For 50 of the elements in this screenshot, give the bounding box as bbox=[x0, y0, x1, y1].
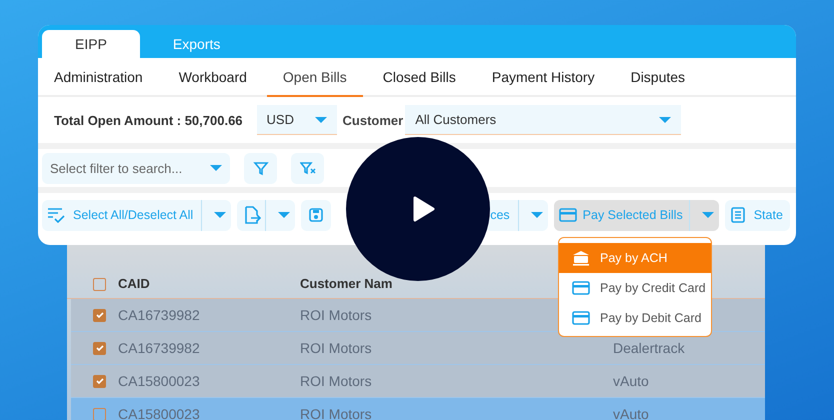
table-cell-text: ROI Motors bbox=[300, 340, 373, 356]
check-icon bbox=[94, 343, 104, 353]
table-cell-text: CA16739982 bbox=[118, 307, 201, 323]
nav-tab[interactable]: Payment History bbox=[476, 58, 611, 97]
export-icon bbox=[243, 206, 262, 224]
nav-tab[interactable]: Workboard bbox=[162, 58, 263, 97]
customer-select[interactable]: All Customers bbox=[405, 105, 682, 135]
table-cell-text: CA15800023 bbox=[118, 406, 201, 420]
caret-icon bbox=[530, 212, 543, 218]
card-icon bbox=[558, 208, 577, 222]
menu-item[interactable]: Pay by Debit Card bbox=[559, 303, 711, 333]
table-cell-text: ROI Motors bbox=[300, 373, 373, 389]
customer-label: Customer bbox=[342, 112, 404, 128]
caret-icon bbox=[214, 212, 226, 218]
table-cell: vAuto bbox=[613, 373, 649, 389]
caret-icon bbox=[702, 212, 714, 218]
bank-icon bbox=[572, 250, 590, 266]
toolbar-button[interactable] bbox=[301, 200, 332, 230]
table-cell: Dealertrack bbox=[613, 340, 685, 356]
table-cell: vAuto bbox=[613, 406, 649, 420]
filter-icon[interactable] bbox=[244, 152, 277, 184]
total-open-amount: Total Open Amount : 50,700.66 bbox=[54, 112, 243, 128]
row-checkbox[interactable] bbox=[93, 408, 106, 420]
table-cell-text: CA15800023 bbox=[118, 373, 201, 389]
row-checkbox[interactable] bbox=[93, 342, 106, 354]
column-header[interactable]: Customer Nam bbox=[300, 276, 392, 291]
table-cell-text: ROI Motors bbox=[300, 307, 373, 323]
row-checkbox[interactable] bbox=[93, 374, 106, 388]
toolbar-button[interactable] bbox=[237, 200, 296, 230]
check-icon bbox=[94, 376, 104, 386]
clear-filter-icon[interactable] bbox=[291, 152, 324, 184]
nav-tab[interactable]: Disputes bbox=[614, 58, 702, 97]
nav-tab[interactable]: Open Bills bbox=[266, 58, 363, 97]
card-icon bbox=[572, 311, 590, 325]
card-icon bbox=[572, 281, 590, 295]
table-cell-text: ROI Motors bbox=[300, 406, 373, 420]
nav-tab[interactable]: Closed Bills bbox=[366, 58, 472, 97]
filter-select[interactable]: Select filter to search... bbox=[42, 152, 230, 184]
header-checkbox[interactable] bbox=[93, 278, 106, 291]
nav-tab[interactable]: Administration bbox=[38, 58, 159, 97]
caret-icon bbox=[278, 212, 290, 218]
table-cell-text: CA16739982 bbox=[118, 340, 201, 356]
currency-select[interactable]: USD bbox=[256, 105, 337, 135]
checklist-icon bbox=[47, 207, 65, 223]
row-checkbox[interactable] bbox=[93, 308, 106, 322]
check-icon bbox=[94, 310, 104, 320]
document-icon bbox=[730, 207, 746, 223]
save-icon bbox=[308, 207, 324, 223]
top-tab[interactable]: EIPP bbox=[42, 30, 140, 58]
column-header[interactable]: CAID bbox=[118, 276, 300, 291]
